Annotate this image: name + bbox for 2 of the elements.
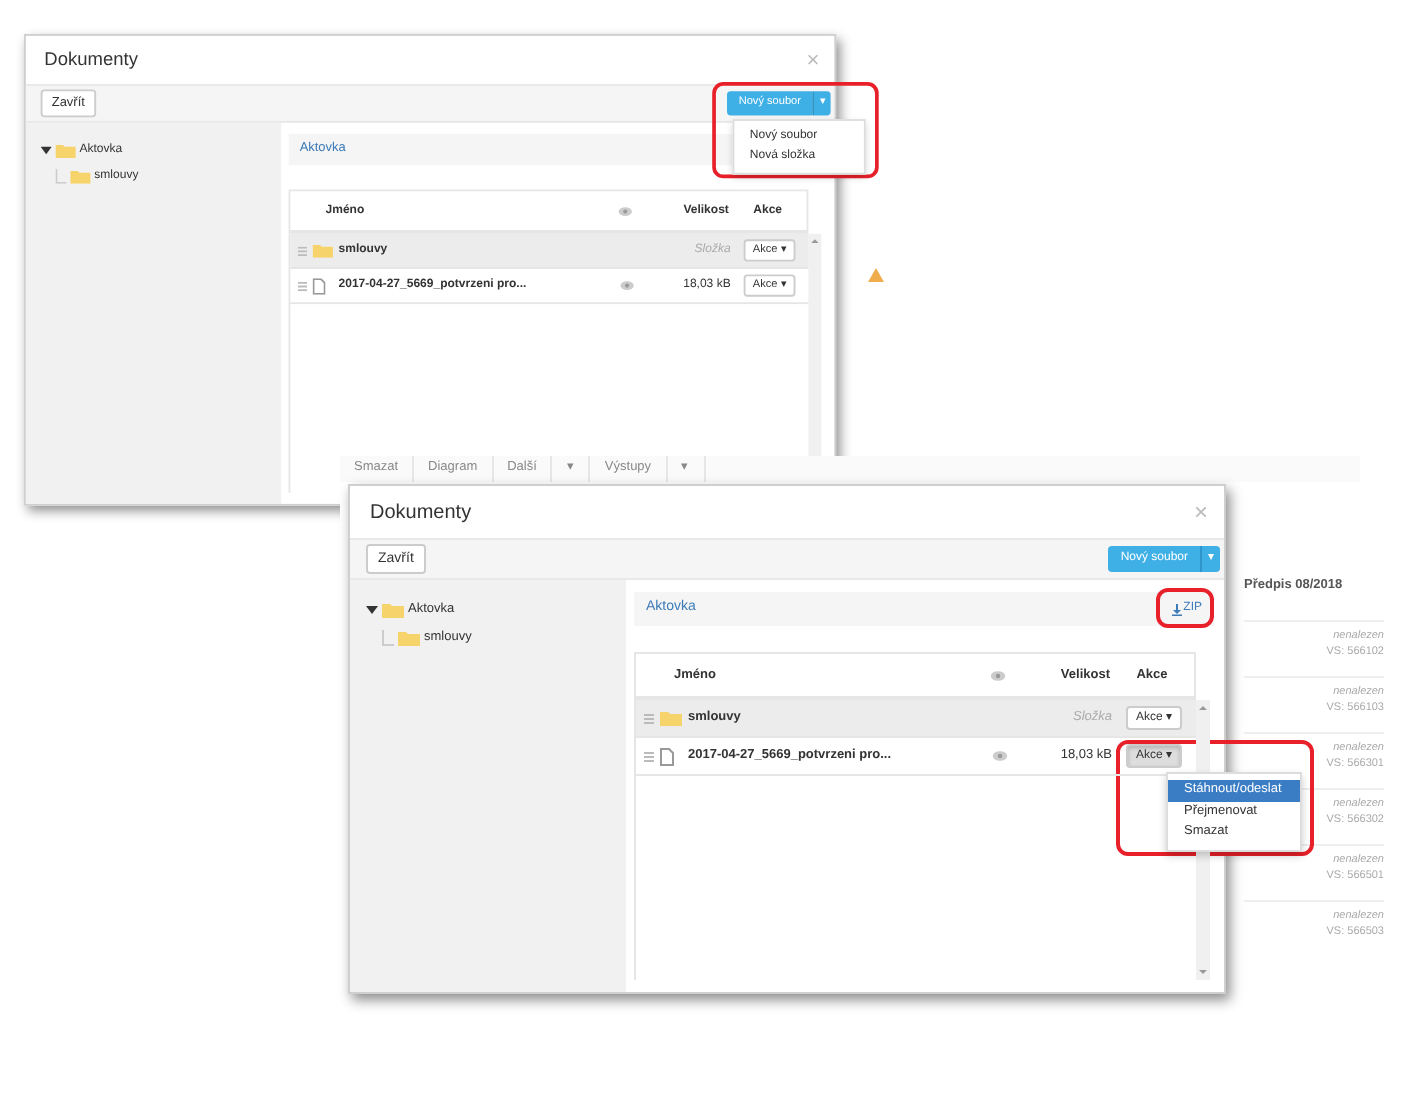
dialog-title: Dokumenty — [44, 47, 138, 74]
dialog-title: Dokumenty — [370, 499, 472, 527]
